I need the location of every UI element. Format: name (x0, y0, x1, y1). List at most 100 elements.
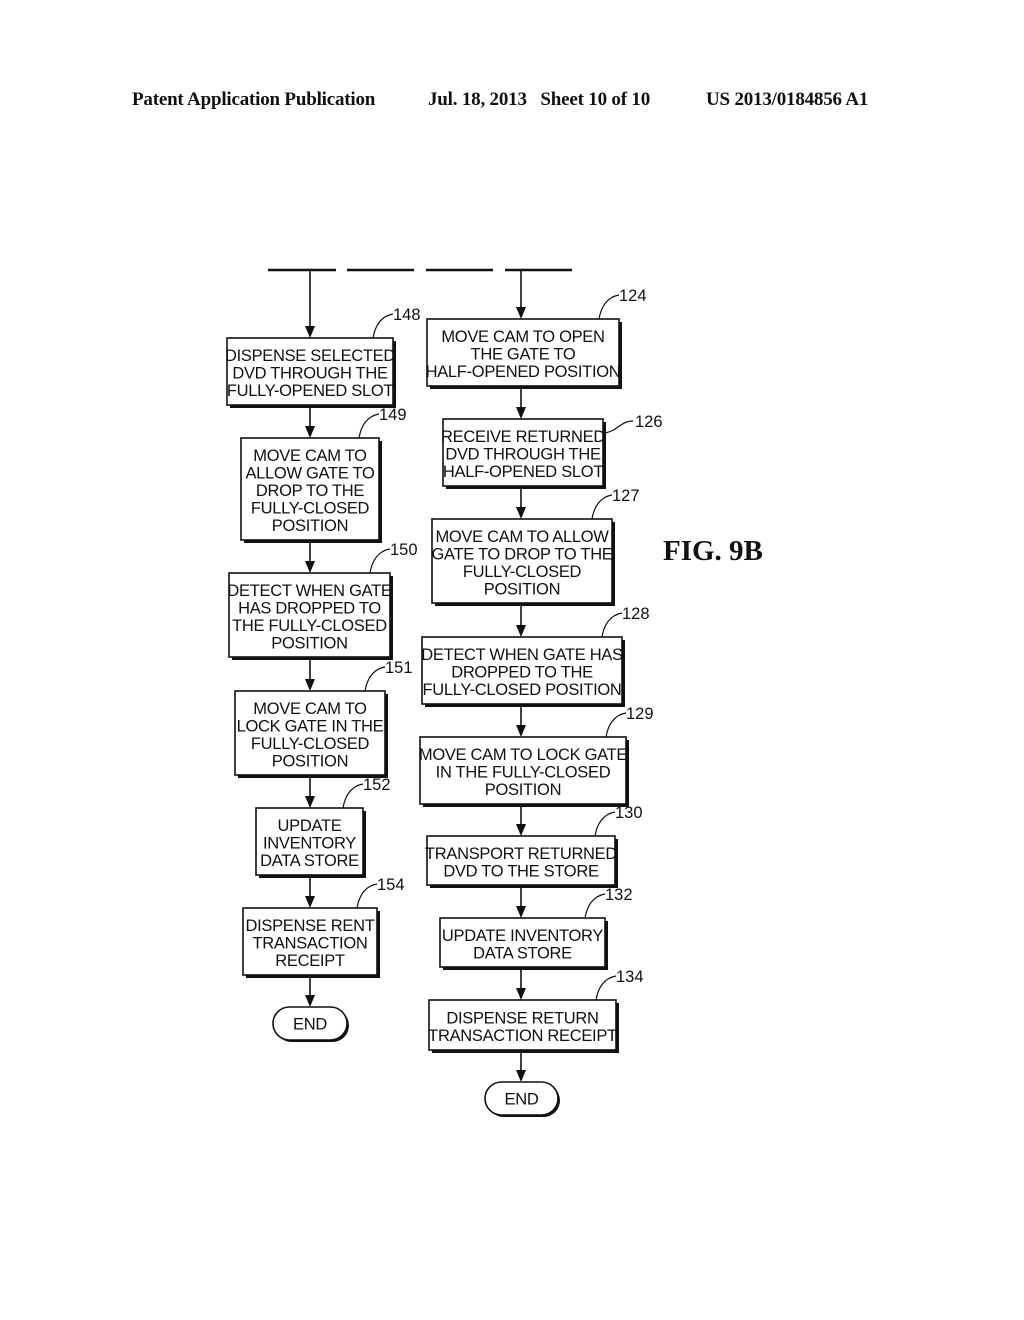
process-step-150: DETECT WHEN GATEHAS DROPPED TOTHE FULLY-… (227, 541, 418, 660)
arrowhead-icon (305, 326, 315, 338)
process-step-152: UPDATEINVENTORYDATA STORE 152 (255, 776, 391, 878)
arrowhead-icon (516, 507, 526, 519)
reference-number: 149 (379, 406, 407, 424)
step-text-line: POSITION (485, 781, 561, 799)
step-text-line: MOVE CAM TO OPEN (441, 328, 604, 346)
reference-leader (598, 294, 620, 320)
step-text-line: MOVE CAM TO (253, 700, 367, 718)
step-text-line: POSITION (271, 634, 347, 652)
step-text-line: DISPENSE SELECTED (225, 347, 395, 365)
process-step-149: MOVE CAM TOALLOW GATE TODROP TO THEFULLY… (240, 406, 407, 543)
reference-number: 154 (377, 876, 405, 894)
reference-number: 148 (393, 306, 421, 324)
step-text-line: DISPENSE RENT (245, 917, 374, 935)
reference-number: 150 (390, 541, 418, 559)
reference-leader (595, 975, 617, 1001)
step-text-line: DVD TO THE STORE (443, 862, 599, 880)
arrowhead-icon (305, 896, 315, 908)
reference-number: 152 (363, 776, 391, 794)
reference-leader (364, 666, 386, 692)
reference-leader (605, 712, 627, 738)
terminal-end: END (272, 1006, 349, 1042)
flowchart: DISPENSE SELECTEDDVD THROUGH THEFULLY-OP… (225, 268, 663, 1117)
reference-number: 151 (385, 659, 413, 677)
arrowhead-icon (305, 561, 315, 573)
reference-leader (584, 893, 606, 919)
step-text-line: DROP TO THE (256, 482, 365, 500)
reference-number: 127 (612, 487, 640, 505)
step-text-line: DETECT WHEN GATE HAS (421, 646, 623, 664)
arrowhead-icon (305, 796, 315, 808)
step-text-line: FULLY-OPENED SLOT (227, 382, 394, 400)
step-text-line: TRANSPORT RETURNED (425, 845, 617, 863)
step-text-line: FULLY-CLOSED (251, 735, 370, 753)
terminal-label: END (505, 1091, 539, 1109)
arrowhead-icon (516, 988, 526, 1000)
step-text-line: DETECT WHEN GATE (227, 582, 391, 600)
reference-number: 128 (622, 605, 650, 623)
reference-leader (591, 494, 613, 520)
step-text-line: HALF-OPENED SLOT (443, 463, 603, 481)
arrowhead-icon (516, 725, 526, 737)
step-text-line: ALLOW GATE TO (245, 465, 375, 483)
process-step-130: TRANSPORT RETURNEDDVD TO THE STORE 130 (425, 804, 643, 888)
process-step-126: RECEIVE RETURNEDDVD THROUGH THEHALF-OPEN… (441, 413, 663, 489)
terminal-label: END (293, 1016, 327, 1034)
step-text-line: POSITION (272, 752, 348, 770)
terminal-end: END (484, 1081, 560, 1117)
step-text-line: MOVE CAM TO ALLOW (435, 528, 609, 546)
reference-number: 130 (615, 804, 643, 822)
arrowhead-icon (305, 995, 315, 1007)
reference-number: 126 (635, 413, 663, 431)
step-text-line: INVENTORY (263, 835, 356, 853)
reference-number: 124 (619, 287, 647, 305)
step-text-line: UPDATE (278, 817, 342, 835)
step-text-line: DATA STORE (473, 944, 572, 962)
step-text-line: TRANSACTION (253, 935, 368, 953)
step-text-line: THE FULLY-CLOSED (232, 617, 387, 635)
step-text-line: FULLY-CLOSED (463, 563, 582, 581)
process-step-148: DISPENSE SELECTEDDVD THROUGH THEFULLY-OP… (225, 306, 421, 408)
arrowhead-icon (305, 679, 315, 691)
step-text-line: DISPENSE RETURN (446, 1009, 598, 1027)
arrowhead-icon (516, 407, 526, 419)
reference-leader (604, 420, 634, 434)
step-text-line: DVD THROUGH THE (445, 446, 601, 464)
reference-number: 129 (626, 705, 654, 723)
step-text-line: FULLY-CLOSED POSITION (422, 681, 621, 699)
process-boxes: DISPENSE SELECTEDDVD THROUGH THEFULLY-OP… (225, 287, 663, 1117)
reference-leader (356, 883, 378, 909)
step-text-line: UPDATE INVENTORY (442, 927, 603, 945)
reference-number: 134 (616, 968, 644, 986)
process-step-154: DISPENSE RENTTRANSACTIONRECEIPT 154 (242, 876, 405, 978)
process-step-129: MOVE CAM TO LOCK GATEIN THE FULLY-CLOSED… (419, 705, 654, 807)
step-text-line: RECEIPT (275, 952, 345, 970)
arrowhead-icon (516, 1070, 526, 1082)
reference-leader (601, 612, 623, 638)
reference-leader (372, 313, 394, 339)
step-text-line: POSITION (272, 517, 348, 535)
process-step-124: MOVE CAM TO OPENTHE GATE TOHALF-OPENED P… (426, 287, 647, 389)
process-step-128: DETECT WHEN GATE HASDROPPED TO THEFULLY-… (421, 605, 650, 707)
arrowhead-icon (516, 906, 526, 918)
step-text-line: DATA STORE (260, 852, 359, 870)
process-step-132: UPDATE INVENTORYDATA STORE 132 (439, 886, 633, 970)
step-text-line: RECEIVE RETURNED (441, 428, 605, 446)
arrowhead-icon (516, 625, 526, 637)
step-text-line: HALF-OPENED POSITION (426, 363, 621, 381)
step-text-line: HAS DROPPED TO (238, 599, 381, 617)
step-text-line: GATE TO DROP TO THE (431, 545, 612, 563)
step-text-line: DROPPED TO THE (451, 664, 593, 682)
process-step-151: MOVE CAM TOLOCK GATE IN THEFULLY-CLOSEDP… (234, 659, 413, 778)
reference-leader (342, 783, 364, 809)
step-text-line: IN THE FULLY-CLOSED (436, 764, 611, 782)
process-step-134: DISPENSE RETURNTRANSACTION RECEIPT 134 (428, 968, 644, 1053)
step-text-line: FULLY-CLOSED (251, 500, 370, 518)
step-text-line: LOCK GATE IN THE (237, 717, 384, 735)
process-step-127: MOVE CAM TO ALLOWGATE TO DROP TO THEFULL… (431, 487, 640, 606)
step-text-line: MOVE CAM TO LOCK GATE (419, 746, 628, 764)
step-text-line: THE GATE TO (471, 346, 576, 364)
step-text-line: DVD THROUGH THE (232, 365, 388, 383)
reference-leader (358, 413, 380, 439)
arrowhead-icon (516, 307, 526, 319)
